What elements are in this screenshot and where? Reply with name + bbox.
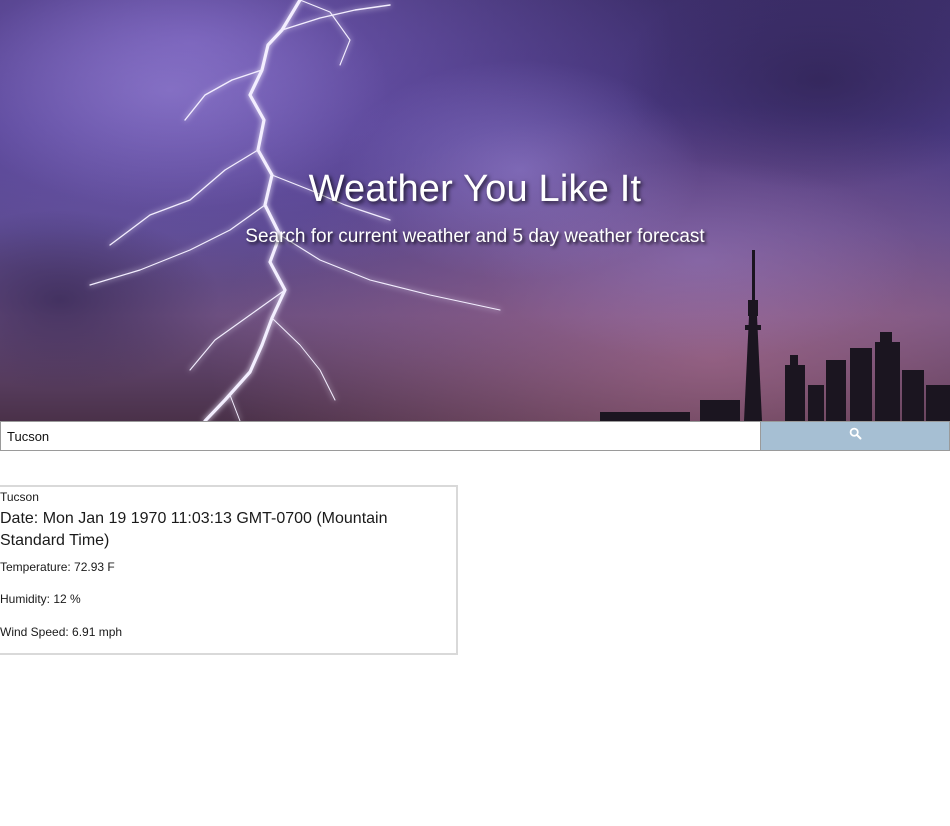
search-bar	[0, 421, 950, 451]
city-search-input[interactable]	[0, 421, 760, 451]
humidity-value: Humidity: 12 %	[0, 592, 81, 606]
search-icon	[849, 427, 862, 445]
wind-speed-value: Wind Speed: 6.91 mph	[0, 625, 123, 639]
page-title: Weather You Like It	[308, 168, 642, 210]
search-button[interactable]	[760, 421, 950, 451]
weather-date: Date: Mon Jan 19 1970 11:03:13 GMT-0700 …	[0, 510, 388, 549]
temperature-value: Temperature: 72.93 F	[0, 560, 115, 574]
city-name: Tucson	[0, 490, 39, 504]
hero-banner: Weather You Like It Search for current w…	[0, 0, 950, 421]
page-subtitle: Search for current weather and 5 day wea…	[245, 226, 705, 247]
current-weather-card: Tucson Date: Mon Jan 19 1970 11:03:13 GM…	[0, 485, 458, 655]
